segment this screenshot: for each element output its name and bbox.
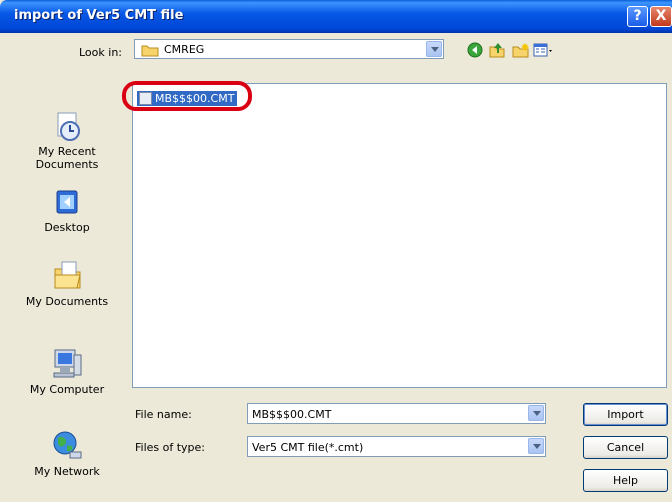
- help-button[interactable]: Help: [583, 469, 668, 492]
- file-list[interactable]: MB$$$00.CMT: [132, 83, 667, 388]
- places-bar: My Recent Documents Desktop My Documents…: [8, 84, 126, 498]
- my-network-icon: [53, 431, 82, 459]
- place-my-recent-documents[interactable]: My Recent Documents: [8, 112, 126, 171]
- place-label: My Computer: [29, 383, 105, 396]
- chevron-down-icon[interactable]: [528, 438, 544, 454]
- place-my-documents[interactable]: My Documents: [8, 258, 126, 308]
- place-label: Desktop: [44, 221, 90, 234]
- place-desktop[interactable]: Desktop: [8, 188, 126, 234]
- file-type-combo[interactable]: Ver5 CMT file(*.cmt): [247, 436, 546, 457]
- title-bar[interactable]: import of Ver5 CMT file ? X: [0, 0, 672, 33]
- up-folder-icon[interactable]: [488, 42, 505, 58]
- look-in-dropdown[interactable]: CMREG: [134, 39, 444, 59]
- window-title: import of Ver5 CMT file: [14, 8, 184, 23]
- cancel-button[interactable]: Cancel: [583, 436, 668, 459]
- close-button[interactable]: X: [650, 6, 672, 27]
- import-button[interactable]: Import: [583, 403, 668, 426]
- highlight-ring: [122, 81, 252, 111]
- my-computer-icon: [53, 349, 82, 378]
- place-my-network[interactable]: My Network: [8, 428, 126, 478]
- help-title-button[interactable]: ?: [627, 6, 648, 27]
- folder-icon: [141, 44, 159, 60]
- desktop-icon: [56, 190, 78, 214]
- my-documents-icon: [54, 261, 81, 289]
- look-in-label: Look in:: [79, 46, 122, 59]
- chevron-down-icon[interactable]: [528, 405, 544, 421]
- recent-documents-icon: [57, 112, 80, 141]
- chevron-down-icon[interactable]: [426, 41, 442, 57]
- file-name-combo[interactable]: MB$$$00.CMT: [247, 403, 546, 424]
- back-icon[interactable]: [467, 42, 483, 58]
- new-folder-icon[interactable]: [512, 42, 529, 58]
- file-name-value[interactable]: MB$$$00.CMT: [252, 408, 331, 421]
- file-name-label: File name:: [135, 408, 192, 421]
- file-type-label: Files of type:: [135, 441, 206, 454]
- place-label: My Network: [34, 465, 100, 478]
- place-label: My Recent Documents: [35, 145, 99, 171]
- views-menu-icon[interactable]: [533, 42, 555, 58]
- look-in-value: CMREG: [164, 43, 205, 56]
- place-label: My Documents: [25, 295, 109, 308]
- file-type-value: Ver5 CMT file(*.cmt): [252, 441, 364, 454]
- place-my-computer[interactable]: My Computer: [8, 346, 126, 396]
